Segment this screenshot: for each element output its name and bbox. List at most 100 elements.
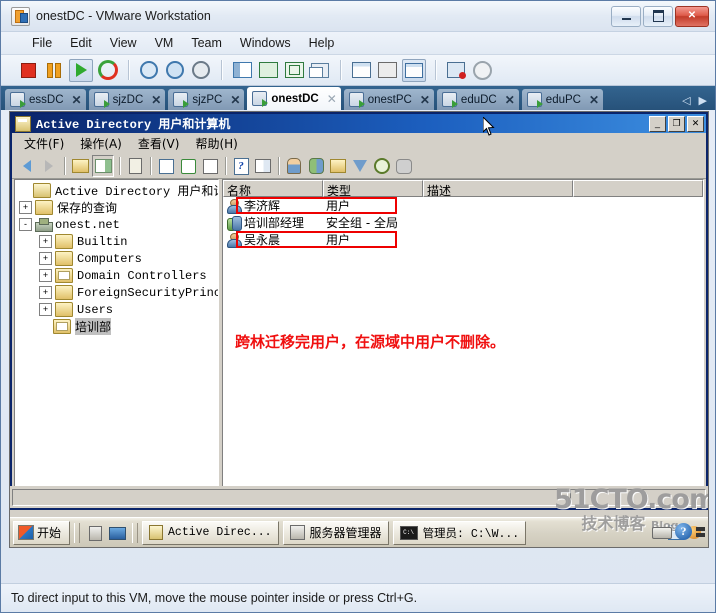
close-icon[interactable]: ✕	[323, 92, 337, 106]
scroll-left-icon[interactable]: ◁	[682, 94, 690, 107]
fullscreen-icon[interactable]	[257, 60, 279, 81]
unity-icon[interactable]	[283, 60, 305, 81]
menu-team[interactable]: Team	[182, 34, 231, 52]
expander-icon[interactable]: +	[19, 201, 32, 214]
console-view-icon[interactable]	[402, 58, 426, 82]
menu-windows[interactable]: Windows	[231, 34, 300, 52]
capture-icon[interactable]	[471, 60, 493, 81]
multiple-windows-icon[interactable]	[309, 60, 331, 81]
minimize-button[interactable]	[611, 5, 641, 27]
properties-icon[interactable]	[125, 156, 145, 176]
export-icon[interactable]	[200, 156, 220, 176]
tree-node-onest-net[interactable]: - onest.net	[17, 216, 218, 233]
taskbar-item-server-manager[interactable]: 服务器管理器	[282, 520, 389, 545]
mmc-close-button[interactable]: ✕	[687, 115, 704, 132]
column-header-name[interactable]: 名称	[223, 180, 323, 197]
list-item-group-1[interactable]: 培训部经理 安全组 - 全局	[223, 214, 703, 231]
forward-icon[interactable]	[39, 156, 59, 176]
mmc-minimize-button[interactable]: _	[649, 115, 666, 132]
close-icon[interactable]: ✕	[147, 93, 161, 107]
menu-view[interactable]: View	[101, 34, 146, 52]
snapshot-take-icon[interactable]	[138, 60, 160, 81]
vm-tab-edupc[interactable]: eduPC ✕	[521, 89, 604, 110]
vm-tab-onestpc[interactable]: onestPC ✕	[343, 89, 434, 110]
vm-settings-icon[interactable]	[350, 60, 372, 81]
menu-help[interactable]: Help	[300, 34, 344, 52]
expander-icon[interactable]: +	[39, 303, 52, 316]
menu-vm[interactable]: VM	[146, 34, 183, 52]
close-icon[interactable]: ✕	[585, 93, 599, 107]
mmc-menu-action[interactable]: 操作(A)	[72, 134, 130, 153]
close-icon[interactable]: ✕	[416, 93, 430, 107]
show-hide-tree-icon[interactable]	[92, 155, 114, 177]
close-icon[interactable]: ✕	[68, 93, 82, 107]
up-one-level-icon[interactable]	[70, 156, 90, 176]
help-icon[interactable]: ?	[675, 523, 692, 540]
tree-node-saved-queries[interactable]: + 保存的查询	[17, 199, 218, 216]
close-icon[interactable]: ✕	[226, 93, 240, 107]
delegate-control-icon[interactable]	[394, 156, 414, 176]
column-header-description[interactable]: 描述	[423, 180, 573, 197]
filter-icon[interactable]	[350, 156, 370, 176]
vm-tab-onestdc[interactable]: onestDC ✕	[247, 87, 341, 110]
help-icon[interactable]: ?	[231, 156, 251, 176]
new-user-icon[interactable]	[284, 156, 304, 176]
tree-node-foreign-security-principals[interactable]: + ForeignSecurityPrincip	[17, 284, 218, 301]
close-button[interactable]: ✕	[675, 5, 709, 27]
column-header-extra[interactable]	[573, 180, 703, 197]
expander-icon[interactable]: +	[39, 235, 52, 248]
mmc-restore-button[interactable]: ❐	[668, 115, 685, 132]
tree-node-root[interactable]: Active Directory 用户和计算机	[17, 182, 218, 199]
refresh-icon[interactable]	[178, 156, 198, 176]
server-manager-icon[interactable]	[86, 524, 104, 542]
spinner-icon[interactable]	[696, 526, 705, 537]
start-button[interactable]: 开始	[13, 520, 71, 545]
menu-file[interactable]: File	[23, 34, 61, 52]
scroll-right-icon[interactable]: ▶	[699, 94, 707, 107]
clone-icon[interactable]	[445, 60, 467, 81]
list-item-user-1[interactable]: 李济辉 用户	[223, 197, 703, 214]
guest-screen[interactable]: Active Directory 用户和计算机 _ ❐ ✕ 文件(F) 操作(A…	[9, 111, 709, 548]
vm-tab-edudc[interactable]: eduDC ✕	[436, 89, 519, 110]
keyboard-icon[interactable]	[652, 524, 672, 540]
vm-tab-sjzpc[interactable]: sjzPC ✕	[168, 89, 245, 110]
tree-node-training-ou[interactable]: 培训部	[17, 318, 218, 335]
details-list-pane[interactable]: 名称 类型 描述 李济辉 用户 培训部经理 安全组 - 全局 吴永晨 用户 跨林…	[222, 179, 704, 506]
suspend-icon[interactable]	[43, 60, 65, 81]
find-icon[interactable]	[372, 156, 392, 176]
taskbar-item-active-directory[interactable]: Active Direc...	[142, 520, 279, 545]
tree-node-domain-controllers[interactable]: + Domain Controllers	[17, 267, 218, 284]
mmc-menu-file[interactable]: 文件(F)	[16, 134, 72, 153]
mmc-menu-view[interactable]: 查看(V)	[130, 134, 188, 153]
show-desktop-icon[interactable]	[108, 524, 127, 542]
snapshot-manager-icon[interactable]	[190, 60, 212, 81]
power-on-icon[interactable]	[69, 58, 93, 82]
taskbar-item-command-prompt[interactable]: C:\ 管理员: C:\W...	[392, 520, 527, 545]
list-item-user-2[interactable]: 吴永晨 用户	[223, 231, 703, 248]
column-header-type[interactable]: 类型	[323, 180, 423, 197]
expander-icon[interactable]: +	[39, 269, 52, 282]
menu-edit[interactable]: Edit	[61, 34, 101, 52]
export-list-icon[interactable]	[156, 156, 176, 176]
expander-icon[interactable]: -	[19, 218, 32, 231]
console-icon[interactable]	[253, 156, 273, 176]
power-off-icon[interactable]	[17, 60, 39, 81]
back-icon[interactable]	[17, 156, 37, 176]
tree-node-users[interactable]: + Users	[17, 301, 218, 318]
new-ou-icon[interactable]	[328, 156, 348, 176]
new-group-icon[interactable]	[306, 156, 326, 176]
show-sidebar-icon[interactable]	[231, 60, 253, 81]
snapshot-revert-icon[interactable]	[164, 60, 186, 81]
tree-node-builtin[interactable]: + Builtin	[17, 233, 218, 250]
close-icon[interactable]: ✕	[501, 93, 515, 107]
summary-view-icon[interactable]	[376, 60, 398, 81]
mmc-menu-help[interactable]: 帮助(H)	[187, 134, 245, 153]
reset-icon[interactable]	[97, 60, 119, 81]
console-tree-pane[interactable]: Active Directory 用户和计算机 + 保存的查询 - onest.…	[14, 179, 219, 506]
expander-icon[interactable]: +	[39, 286, 52, 299]
expander-icon[interactable]: +	[39, 252, 52, 265]
vm-tab-sjzdc[interactable]: sjzDC ✕	[88, 89, 166, 110]
tree-node-computers[interactable]: + Computers	[17, 250, 218, 267]
vm-tab-essdc[interactable]: essDC ✕	[5, 89, 86, 110]
maximize-button[interactable]	[643, 5, 673, 27]
